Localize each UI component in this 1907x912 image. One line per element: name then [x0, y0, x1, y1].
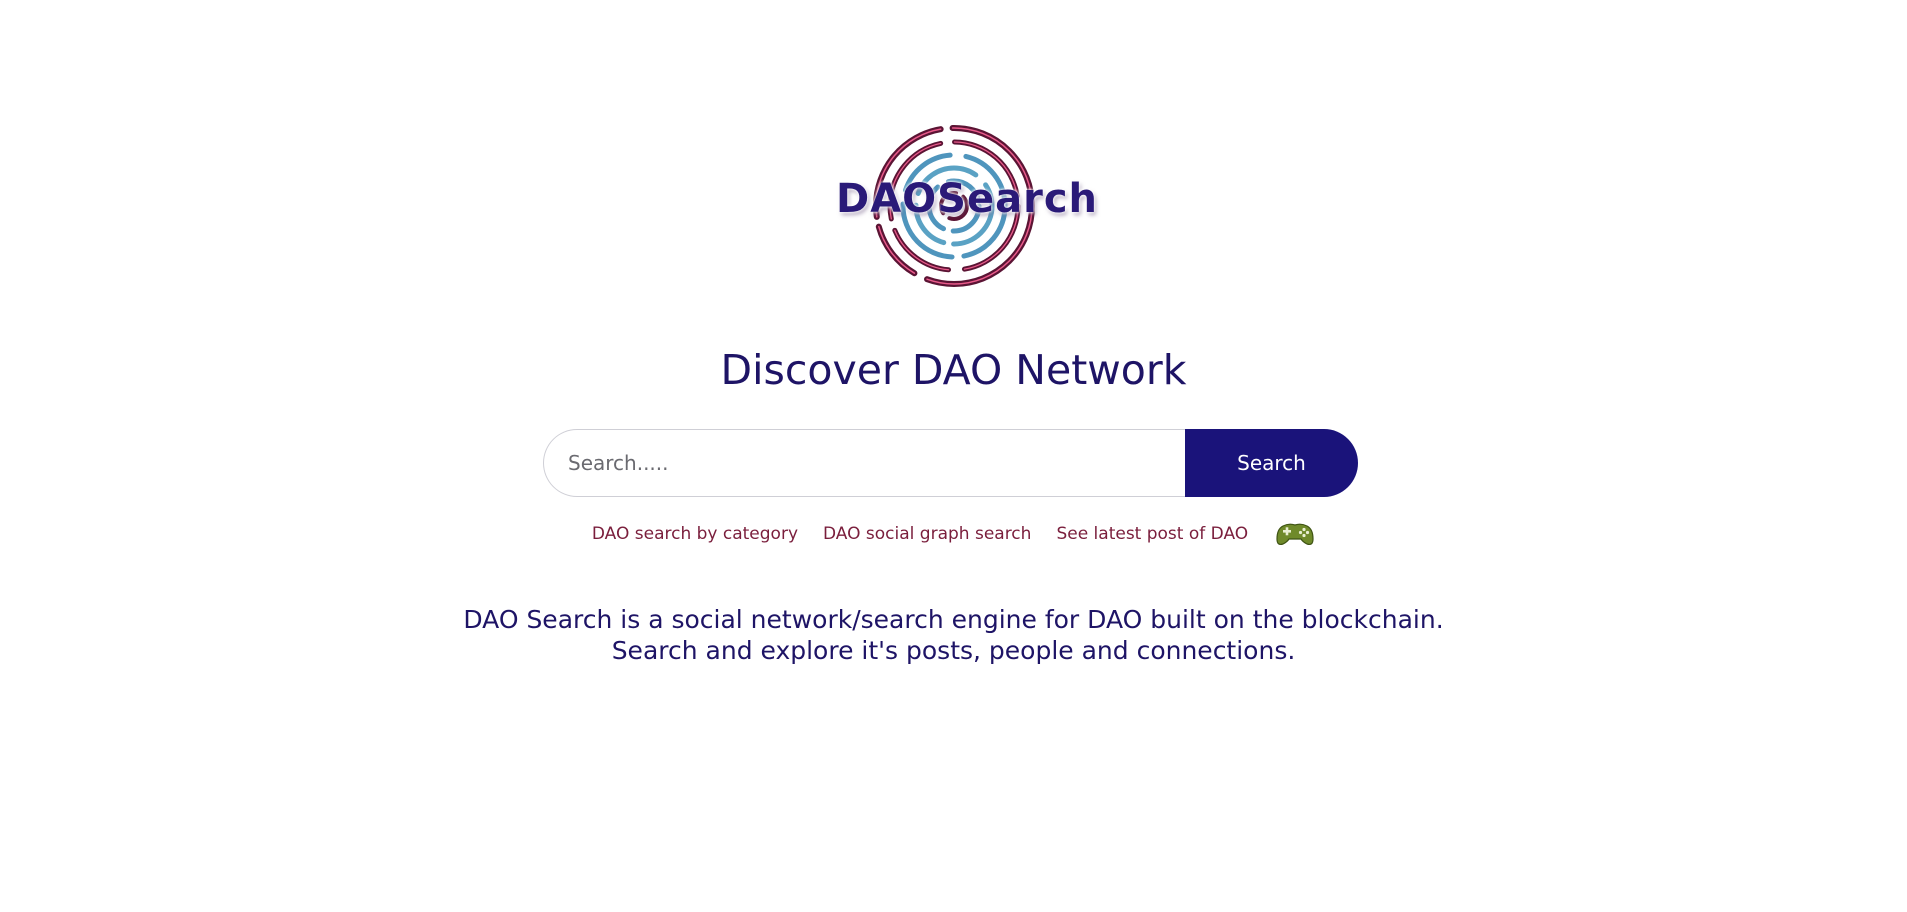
link-social-graph-search[interactable]: DAO social graph search	[823, 524, 1031, 544]
gamepad-icon[interactable]	[1275, 520, 1315, 548]
daosearch-logo[interactable]: DAOSearch	[836, 124, 1099, 288]
link-search-by-category[interactable]: DAO search by category	[592, 524, 798, 544]
link-latest-posts[interactable]: See latest post of DAO	[1056, 524, 1248, 544]
search-input[interactable]	[543, 429, 1191, 497]
logo-text: DAOSearch	[836, 176, 1099, 222]
search-button[interactable]: Search	[1185, 429, 1358, 497]
page: DAOSearch Discover DAO Network Search DA…	[0, 0, 1907, 912]
page-title: Discover DAO Network	[720, 346, 1187, 394]
description-line-2: Search and explore it's posts, people an…	[611, 636, 1296, 665]
quick-links: DAO search by category DAO social graph …	[0, 520, 1907, 548]
search-bar: Search	[543, 429, 1358, 497]
description-line-1: DAO Search is a social network/search en…	[463, 605, 1444, 634]
site-description: DAO Search is a social network/search en…	[0, 604, 1907, 666]
